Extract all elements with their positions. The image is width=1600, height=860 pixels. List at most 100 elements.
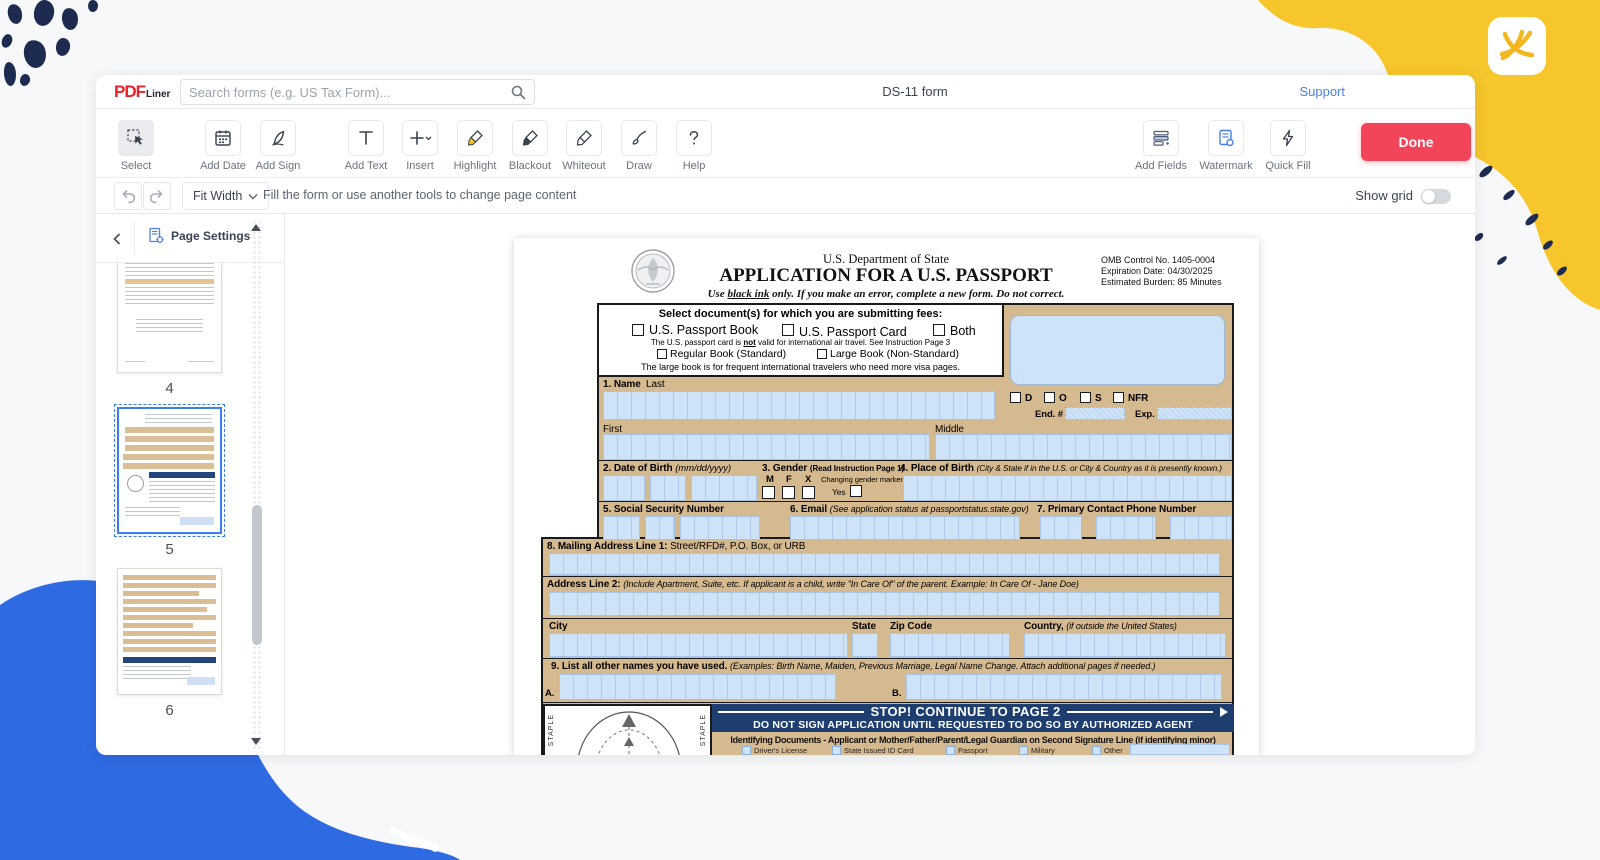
both-label: Both bbox=[950, 324, 976, 338]
exp-field[interactable] bbox=[1157, 407, 1232, 420]
pdf-glyph-icon bbox=[1497, 26, 1537, 66]
dob-day-field[interactable] bbox=[650, 475, 686, 501]
gender-f-checkbox[interactable] bbox=[782, 486, 795, 499]
identifying-doc-other: Other bbox=[1092, 746, 1123, 755]
help-button[interactable]: Help bbox=[666, 120, 722, 172]
country-field[interactable] bbox=[1024, 633, 1226, 657]
scroll-up-icon[interactable] bbox=[251, 224, 261, 231]
large-book-note: The large book is for frequent internati… bbox=[641, 362, 960, 372]
support-link[interactable]: Support bbox=[1299, 84, 1345, 99]
undo-button[interactable] bbox=[114, 182, 142, 210]
thumb5-row bbox=[125, 436, 214, 442]
middle-name-field[interactable] bbox=[935, 434, 1232, 460]
insert-plus-icon bbox=[408, 128, 432, 148]
phone-label: 7. Primary Contact Phone Number bbox=[1037, 504, 1196, 515]
add-date-button[interactable]: Add Date bbox=[195, 120, 251, 172]
insert-button[interactable]: Insert bbox=[392, 120, 448, 172]
pob-field[interactable] bbox=[903, 475, 1232, 501]
done-button[interactable]: Done bbox=[1361, 123, 1471, 161]
email-field[interactable] bbox=[790, 516, 1020, 540]
phone-field-1[interactable] bbox=[1040, 516, 1082, 540]
calendar-icon bbox=[213, 128, 233, 148]
decor-dot bbox=[0, 33, 14, 50]
form-ink-instruction: Use black ink only. If you make an error… bbox=[708, 288, 1065, 300]
state-id-checkbox[interactable] bbox=[832, 746, 841, 755]
omb-expiration: Expiration Date: 04/30/2025 bbox=[1101, 266, 1222, 277]
thumbnail-page-4[interactable] bbox=[117, 263, 222, 373]
phone-field-3[interactable] bbox=[1170, 516, 1232, 540]
dob-month-field[interactable] bbox=[603, 475, 645, 501]
gender-yes-checkbox[interactable] bbox=[850, 485, 862, 497]
name-last-field[interactable] bbox=[603, 391, 995, 420]
ssn-field-2[interactable] bbox=[645, 516, 675, 540]
logo-liner-text: Liner bbox=[146, 89, 170, 100]
draw-button[interactable]: Draw bbox=[611, 120, 667, 172]
whiteout-button[interactable]: Whiteout bbox=[556, 120, 612, 172]
sign-pen-icon bbox=[268, 128, 288, 148]
fee-selection-box: Select document(s) for which you are sub… bbox=[597, 303, 1004, 377]
address-line-1-field[interactable] bbox=[549, 553, 1220, 575]
gender-m-checkbox[interactable] bbox=[762, 486, 775, 499]
collapse-sidebar-button[interactable] bbox=[104, 226, 130, 252]
add-fields-button[interactable]: Add Fields bbox=[1133, 120, 1189, 172]
endorsement-d-checkbox[interactable] bbox=[1010, 392, 1021, 403]
ssn-field-3[interactable] bbox=[680, 516, 760, 540]
sidebar-scrollbar-track[interactable] bbox=[252, 220, 262, 749]
zoom-mode-dropdown[interactable]: Fit Width bbox=[182, 182, 269, 210]
other-name-a-field[interactable] bbox=[559, 674, 836, 700]
both-checkbox[interactable] bbox=[933, 324, 945, 336]
phone-field-2[interactable] bbox=[1096, 516, 1156, 540]
endorsement-s-checkbox[interactable] bbox=[1080, 392, 1091, 403]
watermark-button[interactable]: Watermark bbox=[1198, 120, 1254, 172]
highlight-button[interactable]: Highlight bbox=[447, 120, 503, 172]
dob-year-field[interactable] bbox=[691, 475, 757, 501]
chevron-left-icon bbox=[111, 232, 123, 246]
ssn-field-1[interactable] bbox=[603, 516, 640, 540]
select-tool-button[interactable]: Select bbox=[108, 120, 164, 172]
other-doc-field[interactable] bbox=[1130, 744, 1230, 755]
passport-book-label: U.S. Passport Book bbox=[649, 323, 758, 337]
add-text-button[interactable]: Add Text bbox=[338, 120, 394, 172]
redo-button[interactable] bbox=[143, 182, 171, 210]
thumb4-highlight bbox=[125, 279, 214, 283]
other-doc-checkbox[interactable] bbox=[1092, 746, 1101, 755]
add-sign-button[interactable]: Add Sign bbox=[250, 120, 306, 172]
endorsement-o-checkbox[interactable] bbox=[1044, 392, 1055, 403]
logo-pdf-text: PDF bbox=[114, 82, 145, 102]
endorsement-nfr-checkbox[interactable] bbox=[1113, 392, 1124, 403]
pdfliner-logo[interactable]: PDF Liner bbox=[114, 82, 170, 102]
large-book-checkbox[interactable] bbox=[817, 349, 827, 359]
show-grid-toggle[interactable] bbox=[1421, 189, 1451, 204]
search-input[interactable] bbox=[189, 85, 510, 100]
city-field[interactable] bbox=[549, 633, 848, 657]
office-use-field[interactable] bbox=[1010, 315, 1225, 385]
search-icon[interactable] bbox=[510, 84, 526, 100]
other-name-b-field[interactable] bbox=[906, 674, 1222, 700]
driver-license-checkbox[interactable] bbox=[742, 746, 751, 755]
passport-doc-checkbox[interactable] bbox=[946, 746, 955, 755]
passport-book-checkbox[interactable] bbox=[632, 324, 644, 336]
help-question-icon bbox=[684, 128, 704, 148]
passport-card-checkbox[interactable] bbox=[782, 324, 794, 336]
address-line-2-field[interactable] bbox=[549, 592, 1220, 616]
state-field[interactable] bbox=[852, 633, 878, 657]
exp-label: Exp. bbox=[1135, 409, 1155, 420]
first-name-field[interactable] bbox=[603, 434, 930, 460]
thumb6-box bbox=[187, 677, 215, 685]
zip-field[interactable] bbox=[890, 633, 1010, 657]
sidebar-scrollbar-thumb[interactable] bbox=[252, 505, 262, 645]
pdfliner-app-window: PDF Liner DS-11 form Support Select Add … bbox=[96, 75, 1475, 755]
gender-x-checkbox[interactable] bbox=[802, 486, 815, 499]
page-settings-button[interactable]: Page Settings bbox=[148, 227, 250, 244]
military-checkbox[interactable] bbox=[1019, 746, 1028, 755]
thumb6-row bbox=[123, 639, 216, 644]
regular-book-checkbox[interactable] bbox=[657, 349, 667, 359]
gender-f-label: F bbox=[786, 474, 792, 485]
thumbnail-page-6[interactable] bbox=[117, 568, 222, 695]
blackout-button[interactable]: Blackout bbox=[502, 120, 558, 172]
end-number-field[interactable] bbox=[1065, 407, 1125, 420]
scroll-down-icon[interactable] bbox=[251, 738, 261, 745]
undo-icon bbox=[119, 187, 137, 205]
thumbnail-page-5-selected[interactable] bbox=[117, 407, 222, 534]
quick-fill-button[interactable]: Quick Fill bbox=[1260, 120, 1316, 172]
